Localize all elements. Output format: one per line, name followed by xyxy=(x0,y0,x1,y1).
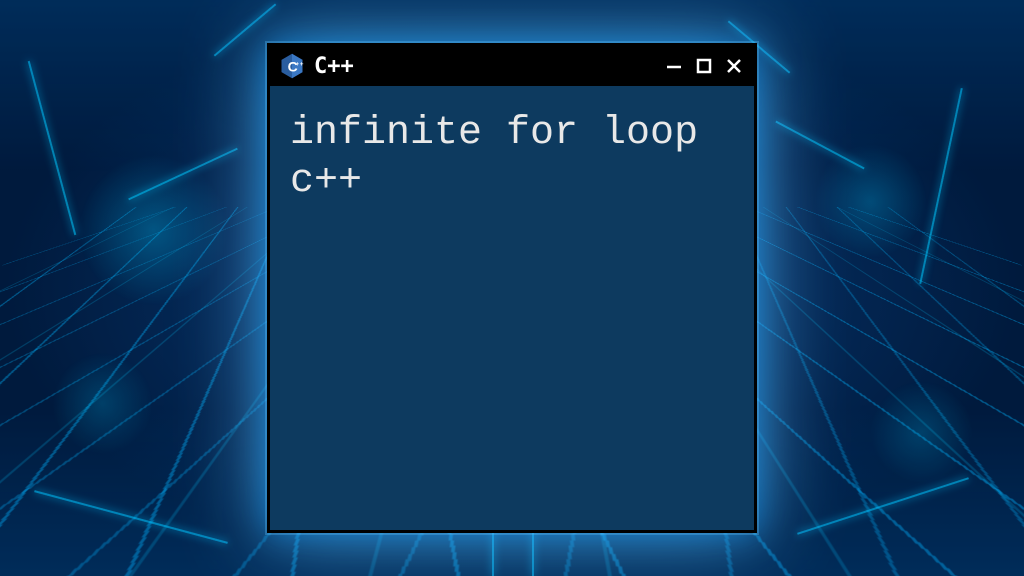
close-button[interactable] xyxy=(722,54,746,78)
cpp-logo-icon: C + + xyxy=(278,52,306,80)
window-content-text: infinite for loop c++ xyxy=(270,86,754,530)
terminal-window: C + + C++ xyxy=(267,43,757,533)
titlebar-left-group: C + + C++ xyxy=(278,52,354,80)
svg-text:+: + xyxy=(296,61,300,68)
window-titlebar[interactable]: C + + C++ xyxy=(270,46,754,86)
maximize-button[interactable] xyxy=(692,54,716,78)
window-title: C++ xyxy=(314,54,354,79)
minimize-button[interactable] xyxy=(662,54,686,78)
svg-text:+: + xyxy=(300,61,304,68)
window-controls xyxy=(662,54,746,78)
window-glow-wrapper: C + + C++ xyxy=(267,43,757,533)
